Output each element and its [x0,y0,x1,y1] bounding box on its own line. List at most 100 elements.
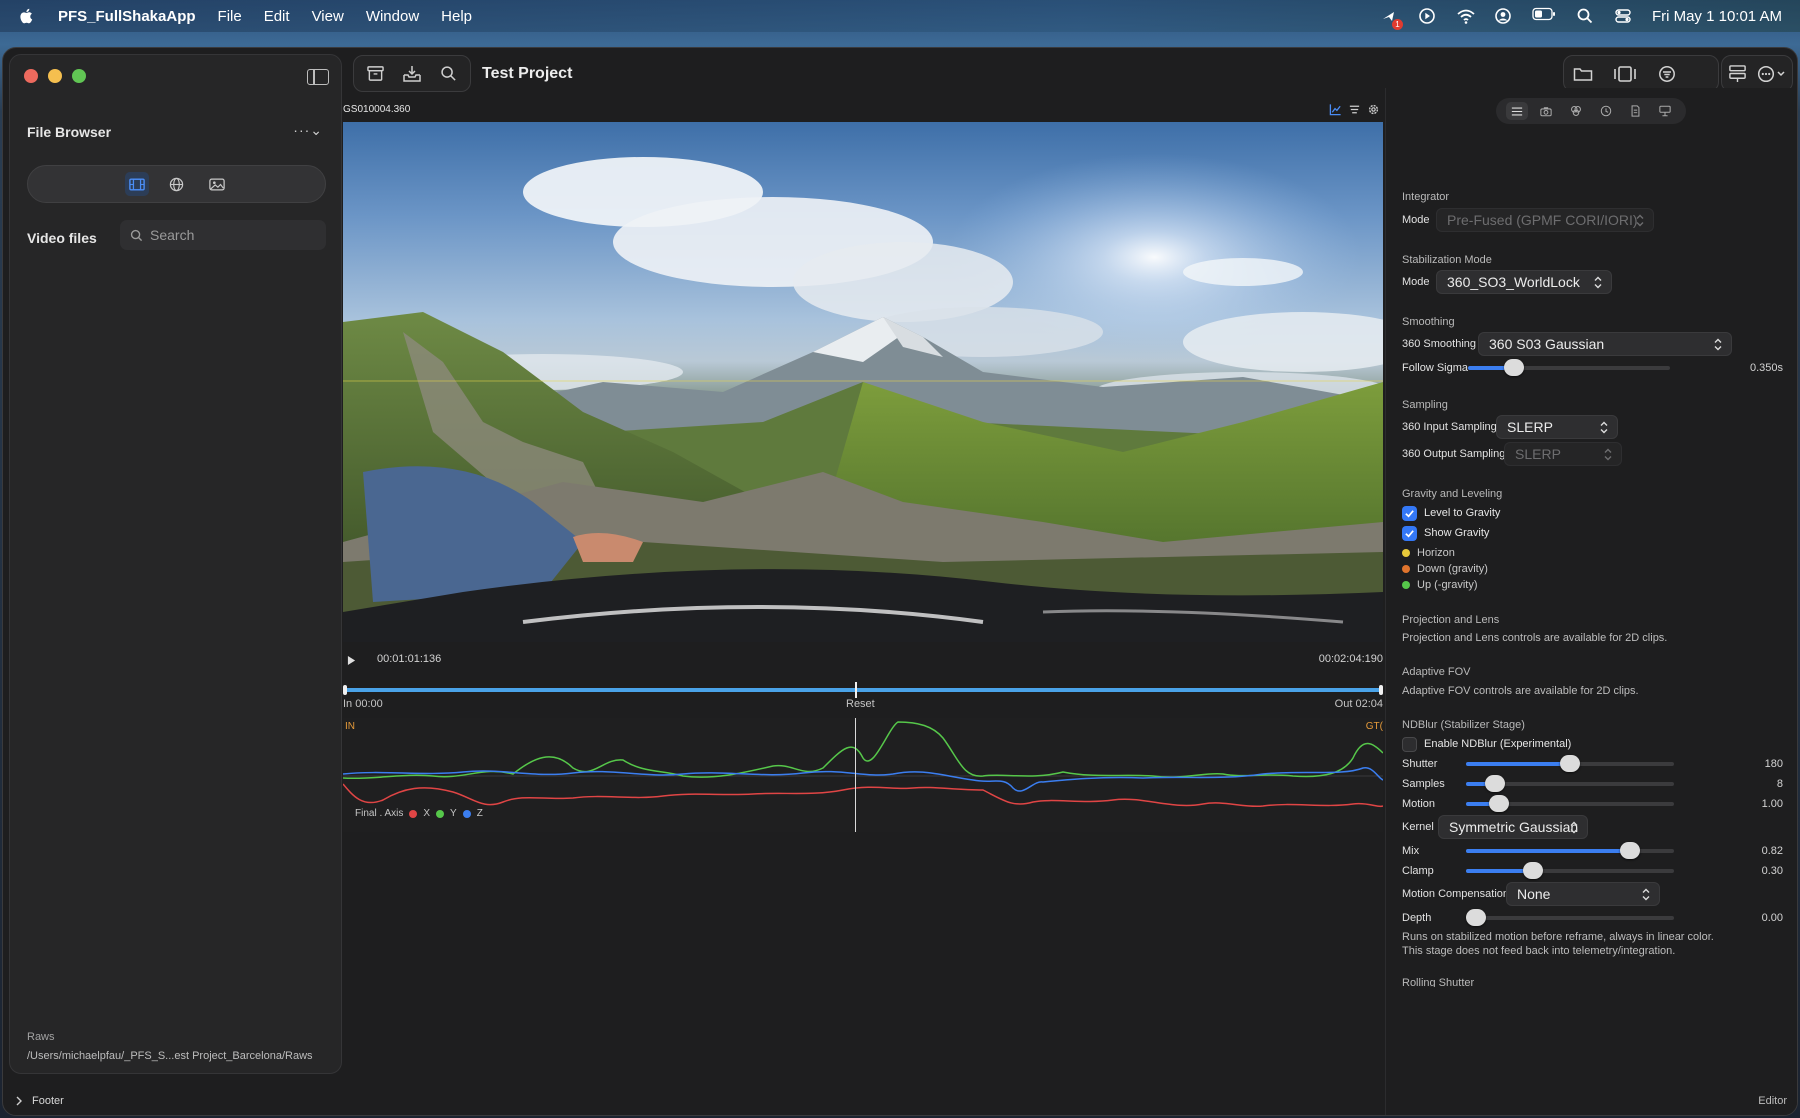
out-point-handle[interactable] [1379,685,1383,695]
motion-compensation-popup[interactable]: None [1506,882,1660,906]
control-center-icon[interactable] [1614,7,1632,25]
clock-icon [1600,105,1612,117]
notification-icon[interactable]: 1 [1380,7,1403,30]
tab-color[interactable] [1565,102,1587,120]
archive-button[interactable] [364,63,387,85]
x-axis-label[interactable]: X [423,808,430,819]
show-gravity-label[interactable]: Show Gravity [1424,527,1489,539]
show-gravity-checkbox[interactable] [1402,526,1417,541]
import-button[interactable] [401,63,424,85]
menu-help[interactable]: Help [441,8,472,25]
tab-metadata[interactable] [1624,102,1646,120]
kernel-popup[interactable]: Symmetric Gaussian [1438,815,1588,839]
slider-knob[interactable] [1504,359,1525,376]
user-circle-icon[interactable] [1494,7,1512,25]
editor-mode-label[interactable]: Editor [1758,1095,1787,1107]
frame-view-button[interactable] [1612,63,1638,85]
enable-ndblur-label[interactable]: Enable NDBlur (Experimental) [1424,738,1571,750]
menu-window[interactable]: Window [366,8,419,25]
shutter-slider[interactable] [1466,755,1674,772]
settings-gear-icon[interactable] [1367,103,1380,116]
image-filter-button[interactable] [205,172,229,196]
menu-edit[interactable]: Edit [264,8,290,25]
file-browser-menu-button[interactable]: ···⌄ [293,122,323,139]
spotlight-search-icon[interactable] [1576,7,1594,25]
slider-knob[interactable] [1620,842,1641,859]
slider-knob[interactable] [1522,862,1543,879]
toolbar-left-group [353,55,471,92]
slider-knob[interactable] [1466,909,1486,926]
stabilization-mode-popup[interactable]: 360_SO3_WorldLock [1436,270,1612,294]
menubar-clock[interactable]: Fri May 1 10:01 AM [1652,8,1782,25]
samples-slider[interactable] [1466,775,1674,792]
menu-file[interactable]: File [218,8,242,25]
layout-toggle-button[interactable] [1728,63,1747,85]
search-icon [130,229,143,241]
menu-app-name[interactable]: PFS_FullShakaApp [58,8,196,25]
tab-export[interactable] [1654,102,1676,120]
slider-knob[interactable] [1560,755,1580,772]
toolbar-search-button[interactable] [437,63,460,85]
follow-sigma-slider[interactable] [1468,359,1670,376]
list-toggle-icon[interactable] [1348,103,1361,116]
film-icon [128,177,145,191]
smoothing-label: 360 Smoothing [1402,338,1476,350]
slider-knob[interactable] [1485,775,1506,792]
tab-timing[interactable] [1595,102,1617,120]
mix-slider[interactable] [1466,842,1674,859]
enable-ndblur-checkbox[interactable] [1402,737,1417,752]
color-drop-icon [1571,106,1582,116]
open-folder-button[interactable] [1570,63,1596,85]
y-axis-label[interactable]: Y [450,808,457,819]
scrubber-track[interactable] [345,688,1381,692]
inspector-tab-bar [1496,98,1686,124]
motion-compensation-value: None [1517,886,1551,902]
clamp-label: Clamp [1402,865,1434,877]
menu-view[interactable]: View [312,8,344,25]
z-axis-dot [462,809,471,818]
search-field[interactable] [120,220,326,250]
chevron-right-icon[interactable] [15,1096,23,1106]
apple-icon[interactable] [18,7,36,25]
reset-button[interactable]: Reset [846,698,875,710]
level-to-gravity-label[interactable]: Level to Gravity [1424,507,1500,519]
minimize-window-button[interactable] [48,69,62,83]
playhead-handle[interactable] [854,682,857,698]
close-window-button[interactable] [24,69,38,83]
mix-value: 0.82 [1761,845,1783,857]
export-tray-icon [1659,105,1671,117]
battery-icon[interactable] [1532,7,1556,25]
play-icon[interactable] [347,655,356,666]
depth-slider[interactable] [1466,909,1674,926]
popup-chevron-icon [1636,214,1644,227]
sidebar-toggle-icon[interactable] [307,69,329,85]
raws-folder-path[interactable]: /Users/michaelpfau/_PFS_S...est Project_… [27,1050,337,1062]
ellipsis-circle-icon [1757,65,1785,82]
input-sampling-popup[interactable]: SLERP [1496,415,1618,439]
zoom-window-button[interactable] [72,69,86,83]
video-filter-button[interactable] [124,172,149,196]
search-input[interactable] [150,227,310,243]
in-point-handle[interactable] [343,685,347,695]
filter-list-button[interactable] [1654,63,1680,85]
integrator-mode-popup: Pre-Fused (GPMF CORI/IORI) [1436,208,1654,232]
clamp-slider[interactable] [1466,862,1674,879]
smoothing-popup[interactable]: 360 S03 Gaussian [1478,332,1732,356]
motion-slider[interactable] [1466,795,1674,812]
play-circle-icon[interactable] [1418,7,1436,25]
video-preview-360[interactable] [343,122,1383,642]
graph-playhead[interactable] [854,718,856,832]
360-filter-button[interactable] [165,172,189,196]
more-options-button[interactable] [1757,63,1787,85]
checkmark-icon [1405,530,1414,538]
tab-camera[interactable] [1535,102,1557,120]
level-to-gravity-checkbox[interactable] [1402,506,1417,521]
wifi-icon[interactable] [1456,7,1475,25]
z-axis-label[interactable]: Z [477,808,483,819]
chart-toggle-icon[interactable] [1329,103,1342,116]
ndblur-note: Runs on stabilized motion before reframe… [1402,931,1714,957]
footer-toggle-label[interactable]: Footer [32,1095,64,1107]
motion-axis-graph[interactable]: IN GT( Final . Axis X Y Z [343,718,1383,832]
slider-knob[interactable] [1489,795,1510,812]
tab-stabilization[interactable] [1505,102,1528,120]
